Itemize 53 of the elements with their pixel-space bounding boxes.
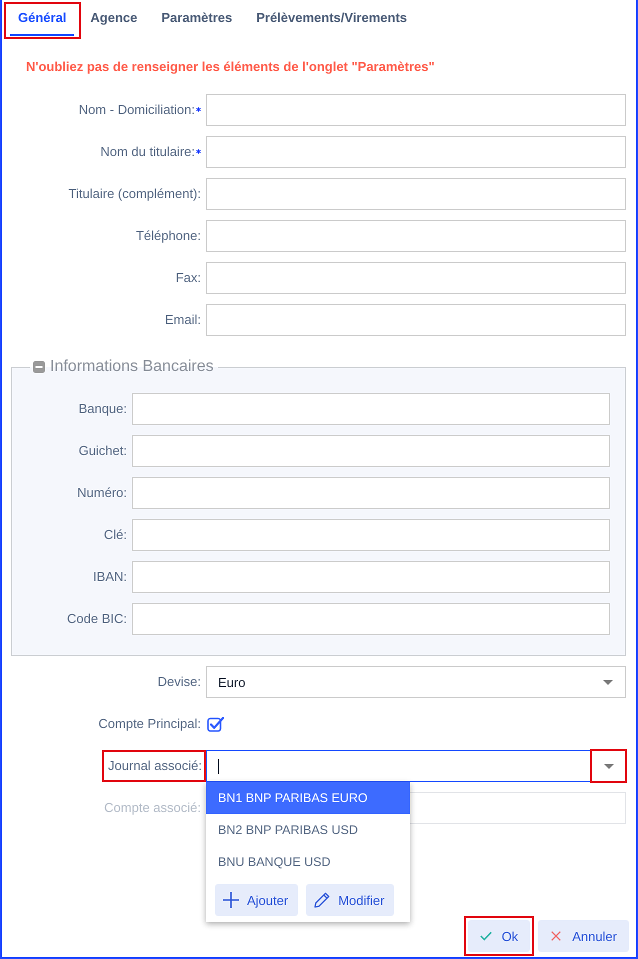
close-icon — [550, 931, 562, 941]
dropdown-option[interactable]: BNU BANQUE USD — [206, 846, 410, 878]
checkbox[interactable] — [207, 716, 224, 732]
field-label: Fax: — [176, 270, 201, 286]
section-title: Informations Bancaires — [50, 357, 214, 377]
field-label: Journal associé: — [108, 758, 202, 774]
caret-icon[interactable] — [604, 764, 614, 768]
text-field[interactable] — [132, 477, 610, 509]
dropdown-option[interactable]: BN2 BNP PARIBAS USD — [206, 814, 410, 846]
field-label: IBAN: — [93, 569, 127, 585]
pencil-icon — [314, 892, 330, 908]
text-field[interactable] — [206, 304, 626, 336]
text-cursor-icon — [218, 758, 219, 774]
tab[interactable]: Général — [10, 4, 74, 36]
check-icon — [480, 931, 492, 941]
warning-message: N'oubliez pas de renseigner les éléments de l'onglet "Paramètres" — [26, 59, 435, 75]
text-field[interactable] — [206, 178, 626, 210]
tab[interactable]: Agence — [82, 4, 146, 36]
field-label: Code BIC: — [67, 611, 127, 627]
field-label: Devise: — [158, 674, 201, 690]
field-value: Euro — [218, 674, 246, 690]
text-field[interactable] — [132, 435, 610, 467]
field-label: Téléphone: — [136, 228, 201, 244]
combo-field[interactable] — [206, 750, 626, 782]
field-label: Banque: — [78, 401, 127, 417]
field-label: Nom du titulaire: — [100, 144, 195, 160]
field-label: Guichet: — [78, 443, 127, 459]
text-field[interactable] — [206, 94, 626, 126]
text-field[interactable] — [132, 561, 610, 593]
collapse-icon[interactable] — [33, 361, 45, 373]
text-field[interactable] — [132, 393, 610, 425]
field-label: Nom - Domiciliation: — [78, 102, 195, 118]
text-field[interactable] — [132, 519, 610, 551]
field-label: Compte associé: — [104, 800, 201, 816]
field-label: Numéro: — [77, 485, 127, 501]
edit-button[interactable]: Modifier — [306, 884, 394, 916]
tab[interactable]: Prélèvements/Virements — [248, 4, 416, 36]
cancel-button[interactable]: Annuler — [538, 920, 629, 952]
tab[interactable]: Paramètres — [153, 4, 240, 36]
text-field[interactable] — [132, 603, 610, 635]
field-label: Clé: — [104, 527, 127, 543]
text-field[interactable] — [206, 220, 626, 252]
dropdown-option[interactable]: BN1 BNP PARIBAS EURO — [206, 782, 410, 814]
caret-icon[interactable] — [602, 680, 612, 684]
dropdown-field[interactable]: Euro — [206, 666, 626, 698]
field-label: Email: — [164, 312, 201, 328]
ok-button[interactable]: Ok — [468, 920, 530, 952]
plus-icon — [223, 892, 239, 908]
field-label: Titulaire (complément): — [68, 186, 201, 202]
text-field[interactable] — [206, 136, 626, 168]
add-button[interactable]: Ajouter — [215, 884, 298, 916]
text-field[interactable] — [206, 262, 626, 294]
field-label: Compte Principal: — [98, 716, 201, 732]
